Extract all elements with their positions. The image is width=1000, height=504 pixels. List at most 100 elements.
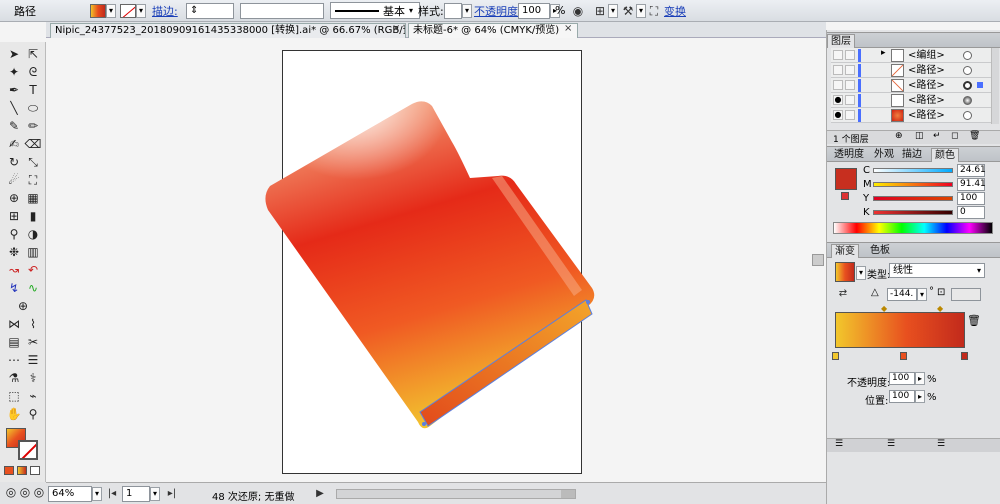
scissors-tool-icon[interactable]: ✂ — [24, 334, 42, 350]
variable-width-field[interactable] — [240, 2, 324, 19]
gradient-stop[interactable] — [961, 352, 968, 360]
scrollbar-thumb[interactable] — [561, 490, 575, 498]
page-dropdown[interactable]: ▾ — [150, 487, 160, 501]
zoom-tool-icon[interactable]: ⚲ — [24, 406, 42, 422]
trash-icon[interactable]: 🗑 — [969, 131, 980, 141]
target-icon[interactable] — [963, 96, 972, 105]
reverse-gradient-icon[interactable]: ⇄ — [835, 286, 851, 302]
lock-toggle[interactable] — [845, 50, 855, 60]
collapsed-panel-strip[interactable]: ☰ ☰ ☰ — [827, 438, 1000, 452]
hand-tool-icon[interactable]: ✋ — [5, 406, 23, 422]
lock-toggle[interactable] — [845, 110, 855, 120]
opacity-field[interactable]: 100 — [518, 2, 550, 19]
column-graph-tool-icon[interactable]: ▥ — [24, 244, 42, 260]
warp-tool-icon[interactable]: ☄ — [5, 172, 23, 188]
clipping-mask-icon[interactable]: ◫ — [915, 131, 924, 141]
gradient-swatch-dropdown[interactable]: ▾ — [856, 266, 866, 280]
layer-row[interactable]: ▸ <编组> — [831, 48, 991, 63]
gradient-stop[interactable] — [900, 352, 907, 360]
delete-stop-icon[interactable]: 🗑 — [967, 314, 981, 327]
slice-tool-icon[interactable]: ⌇ — [24, 316, 42, 332]
eye-icon[interactable]: ● — [833, 95, 843, 105]
stroke-color-swatch[interactable] — [18, 440, 38, 460]
tab-swatches[interactable]: 色板 — [867, 244, 893, 257]
channel-y-slider[interactable] — [873, 196, 953, 201]
stop-opacity-dropdown[interactable]: ▸ — [915, 372, 925, 385]
ellipse-tool-icon[interactable]: ⬭ — [24, 100, 42, 116]
channel-c-slider[interactable] — [873, 168, 953, 173]
new-layer-icon[interactable]: ◻ — [951, 131, 958, 141]
paintbrush-tool-icon[interactable]: ✎ — [5, 118, 23, 134]
puppet-warp-icon[interactable]: ⚒ — [620, 3, 636, 19]
align-icon[interactable]: ⊞ — [592, 3, 608, 19]
layer-row[interactable]: <路径> — [831, 78, 991, 93]
stroke-label[interactable]: 描边: — [152, 3, 178, 19]
lasso-tool-icon[interactable]: ᘓ — [24, 64, 42, 80]
tab-document-untitled[interactable]: 未标题-6* @ 64% (CMYK/预览) — [408, 23, 578, 38]
width-tool-icon[interactable]: ↶ — [24, 262, 42, 278]
zoom-dropdown[interactable]: ▾ — [92, 487, 102, 501]
close-icon[interactable]: × — [392, 23, 400, 34]
blend-tool-icon[interactable]: ◑ — [24, 226, 42, 242]
gradient-stop[interactable] — [832, 352, 839, 360]
channel-c-field[interactable]: 24.61 — [957, 164, 986, 177]
type-tool-icon[interactable]: T — [24, 82, 42, 98]
target-icon[interactable] — [963, 81, 972, 90]
crosshair-tool-icon[interactable]: ⊕ — [14, 298, 32, 314]
channel-k-field[interactable]: 0 — [957, 206, 985, 219]
selection-indicator[interactable] — [977, 82, 983, 88]
knife-tool-icon[interactable]: ⌁ — [24, 388, 42, 404]
transform-link[interactable]: 变换 — [664, 3, 686, 19]
panel-icon[interactable]: ☰ — [835, 439, 843, 449]
locate-object-icon[interactable]: ⊕ — [895, 131, 903, 141]
color-mode-icon[interactable] — [4, 466, 14, 475]
stroke-profile-select[interactable]: 基本 ▾ — [330, 2, 420, 19]
shape-builder-tool-icon[interactable]: ⊕ — [5, 190, 23, 206]
out-of-gamut-icon[interactable] — [841, 192, 849, 200]
eraser-tool-icon[interactable]: ⌫ — [24, 136, 42, 152]
visibility-toggle[interactable] — [833, 50, 843, 60]
chart-tool-icon[interactable]: ▤ — [5, 334, 23, 350]
tab-document-nipic[interactable]: Nipic_24377523_20180909161435338000 [转换]… — [50, 23, 406, 38]
artboard-tool-icon[interactable]: ⋈ — [5, 316, 23, 332]
horizontal-scrollbar[interactable] — [336, 489, 576, 499]
list-tool-icon[interactable]: ☰ — [24, 352, 42, 368]
gradient-type-select[interactable]: 线性 ▾ — [889, 263, 985, 278]
tab-stroke[interactable]: 描边 — [899, 148, 925, 161]
stop-opacity-field[interactable]: 100 — [889, 372, 915, 385]
measure-tool-icon[interactable]: ⚗ — [5, 370, 23, 386]
tab-layers[interactable]: 图层 — [827, 34, 855, 48]
symbol-sprayer-tool-icon[interactable]: ❉ — [5, 244, 23, 260]
recolor-icon[interactable]: ◉ — [570, 3, 586, 19]
eye-icon[interactable]: ● — [833, 110, 843, 120]
stop-position-dropdown[interactable]: ▸ — [915, 390, 925, 403]
style-dropdown[interactable]: ▾ — [462, 3, 472, 18]
dock-toggle[interactable] — [812, 254, 824, 266]
stroke-weight-field[interactable]: ⇕ — [186, 2, 234, 19]
isolate-icon[interactable]: ⛶ — [646, 3, 662, 19]
channel-y-field[interactable]: 100 — [957, 192, 985, 205]
color-spectrum[interactable] — [833, 222, 993, 234]
pencil-tool-icon[interactable]: ✏ — [24, 118, 42, 134]
none-mode-icon[interactable] — [30, 466, 40, 475]
angle-dropdown[interactable]: ▾ — [917, 288, 927, 301]
blob-brush-tool-icon[interactable]: ✍ — [5, 136, 23, 152]
gradient-midpoint[interactable]: ◆ — [937, 304, 943, 313]
smooth-tool-icon[interactable]: ∿ — [24, 280, 42, 296]
target-icon[interactable] — [963, 51, 972, 60]
pen-tool-icon[interactable]: ✒ — [5, 82, 23, 98]
gradient-swatch[interactable] — [835, 262, 855, 282]
align-dropdown[interactable]: ▾ — [608, 3, 618, 18]
rotate-tool-icon[interactable]: ↻ — [5, 154, 23, 170]
fill-swatch[interactable] — [90, 3, 106, 18]
aspect-ratio-field[interactable] — [951, 288, 981, 301]
layer-row[interactable]: ● <路径> — [831, 108, 991, 123]
lock-toggle[interactable] — [845, 65, 855, 75]
anchor-point[interactable] — [422, 422, 426, 426]
live-paint-tool-icon[interactable]: ⚕ — [24, 370, 42, 386]
color-swatch[interactable] — [835, 168, 857, 190]
page-field[interactable]: 1 — [122, 486, 150, 502]
panel-icon[interactable]: ☰ — [887, 439, 895, 449]
style-field[interactable] — [444, 2, 462, 19]
stroke-dropdown[interactable]: ▾ — [136, 3, 146, 18]
